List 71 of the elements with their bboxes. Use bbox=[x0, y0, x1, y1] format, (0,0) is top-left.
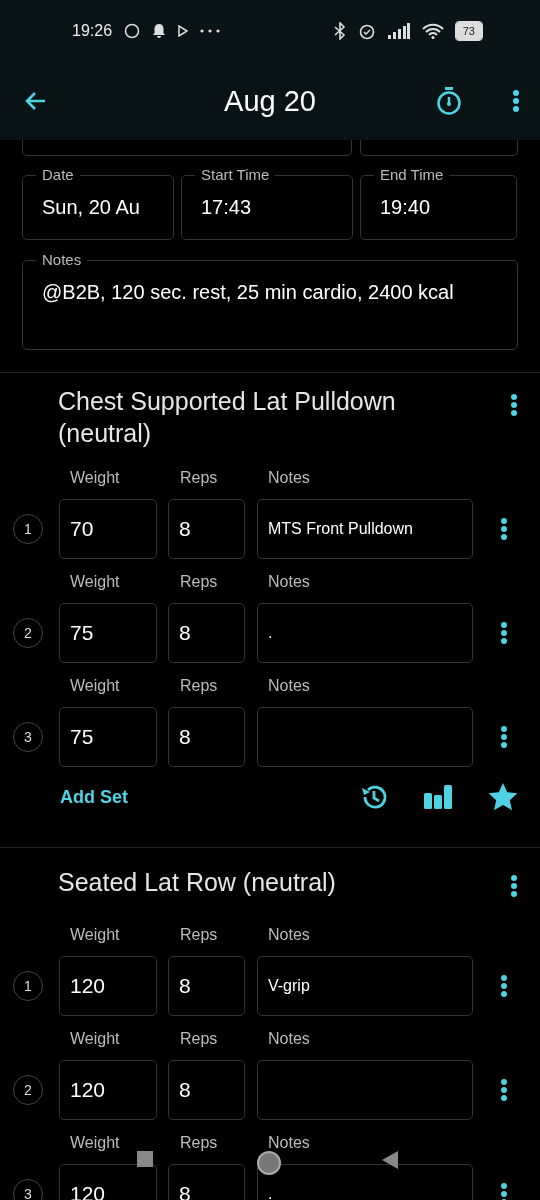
reps-label: Reps bbox=[180, 1030, 219, 1049]
play-icon bbox=[178, 25, 189, 37]
notes-label: Notes bbox=[268, 573, 311, 592]
field-value: 17:43 bbox=[201, 196, 252, 218]
more-options-icon[interactable] bbox=[510, 874, 518, 898]
stopwatch-icon[interactable] bbox=[436, 87, 462, 115]
bluetooth-icon bbox=[333, 22, 346, 40]
add-set-button[interactable]: Add Set bbox=[60, 786, 128, 808]
session-field[interactable]: Date Sun, 20 Au bbox=[22, 165, 174, 240]
weight-label: Weight bbox=[70, 1134, 121, 1153]
status-time: 19:26 bbox=[72, 22, 113, 40]
weight-label: Weight bbox=[70, 469, 121, 488]
set-notes-field[interactable] bbox=[257, 1060, 473, 1120]
field-value: 19:40 bbox=[380, 196, 431, 218]
field-value: Sun, 20 Au bbox=[42, 196, 140, 218]
session-field[interactable]: End Time 19:40 bbox=[360, 165, 517, 240]
weight-field[interactable]: 120 bbox=[59, 956, 157, 1016]
notes-label: Notes bbox=[268, 469, 311, 488]
reps-field[interactable]: 8 bbox=[168, 499, 245, 559]
reps-field[interactable]: 8 bbox=[168, 603, 245, 663]
text-field[interactable] bbox=[22, 140, 352, 156]
weight-label: Weight bbox=[70, 926, 121, 945]
set-notes-field[interactable] bbox=[257, 707, 473, 767]
more-options-icon[interactable] bbox=[500, 517, 508, 541]
session-field[interactable]: Start Time 17:43 bbox=[181, 165, 353, 240]
exercise-title: Seated Lat Row (neutral) bbox=[58, 867, 337, 898]
reps-field[interactable]: 8 bbox=[168, 956, 245, 1016]
field-value: @B2B, 120 sec. rest, 25 min cardio, 2400 kcal bbox=[42, 281, 454, 303]
more-options-icon[interactable] bbox=[500, 621, 508, 645]
more-options-icon[interactable] bbox=[512, 89, 520, 113]
bell-icon bbox=[152, 23, 167, 39]
more-icon bbox=[200, 29, 221, 33]
weight-label: Weight bbox=[70, 1030, 121, 1049]
bar-chart-icon[interactable] bbox=[424, 785, 452, 809]
notes-label: Notes bbox=[268, 1030, 311, 1049]
history-icon[interactable] bbox=[360, 783, 388, 811]
weight-field[interactable]: 75 bbox=[59, 707, 157, 767]
reps-field[interactable]: 8 bbox=[168, 707, 245, 767]
notes-label: Notes bbox=[268, 677, 311, 696]
more-options-icon[interactable] bbox=[500, 725, 508, 749]
reps-label: Reps bbox=[180, 469, 219, 488]
more-options-icon[interactable] bbox=[510, 393, 518, 417]
notes-label: Notes bbox=[268, 1134, 311, 1153]
text-field[interactable] bbox=[359, 140, 518, 156]
reps-label: Reps bbox=[180, 1134, 219, 1153]
reps-label: Reps bbox=[180, 677, 219, 696]
exercise-title: Chest Supported Lat Pulldown (neutral) bbox=[58, 386, 397, 449]
app-bar-title: Aug 20 bbox=[224, 84, 316, 118]
more-options-icon[interactable] bbox=[500, 1078, 508, 1102]
star-icon[interactable] bbox=[488, 783, 518, 811]
signal-icon bbox=[387, 23, 410, 39]
session-notes-field[interactable]: Notes @B2B, 120 sec. rest, 25 min cardio, 2400 kcal bbox=[22, 250, 518, 350]
weight-label: Weight bbox=[70, 573, 121, 592]
more-options-icon[interactable] bbox=[500, 1182, 508, 1200]
recents-icon[interactable] bbox=[136, 1150, 154, 1168]
weight-label: Weight bbox=[70, 677, 121, 696]
wifi-icon bbox=[421, 23, 444, 39]
reps-label: Reps bbox=[180, 926, 219, 945]
back-icon[interactable] bbox=[381, 1150, 399, 1170]
more-options-icon[interactable] bbox=[500, 974, 508, 998]
weight-field[interactable]: 120 bbox=[59, 1060, 157, 1120]
battery-icon: 73 bbox=[455, 22, 482, 40]
set-notes-field[interactable]: . bbox=[257, 603, 473, 663]
weight-field[interactable]: 75 bbox=[59, 603, 157, 663]
reps-field[interactable]: 8 bbox=[168, 1060, 245, 1120]
notes-label: Notes bbox=[268, 926, 311, 945]
reps-label: Reps bbox=[180, 573, 219, 592]
home-icon[interactable] bbox=[256, 1150, 282, 1176]
set-notes-field[interactable]: MTS Front Pulldown bbox=[257, 499, 473, 559]
set-notes-field[interactable]: V-grip bbox=[257, 956, 473, 1016]
weight-field[interactable]: 70 bbox=[59, 499, 157, 559]
